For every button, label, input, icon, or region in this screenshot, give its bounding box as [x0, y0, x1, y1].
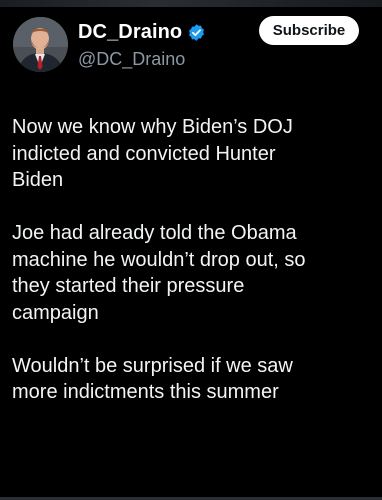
- avatar[interactable]: [13, 17, 68, 72]
- tweet-paragraph: Now we know why Biden’s DOJ indicted and…: [12, 116, 293, 191]
- display-name[interactable]: DC_Draino: [78, 21, 182, 44]
- user-handle[interactable]: @DC_Draino: [78, 49, 185, 70]
- tweet-paragraph: Wouldn’t be surprised if we saw more ind…: [12, 354, 293, 404]
- profile-photo: [13, 17, 68, 72]
- verified-badge-icon: [187, 23, 206, 42]
- subscribe-button[interactable]: Subscribe: [259, 16, 359, 45]
- tweet-text: Now we know why Biden’s DOJ indicted and…: [12, 114, 374, 432]
- name-row: DC_Draino: [78, 20, 206, 44]
- tweet-header: DC_Draino @DC_Draino Subscribe: [0, 0, 382, 90]
- tweet-paragraph: Joe had already told the Obama machine h…: [12, 222, 306, 324]
